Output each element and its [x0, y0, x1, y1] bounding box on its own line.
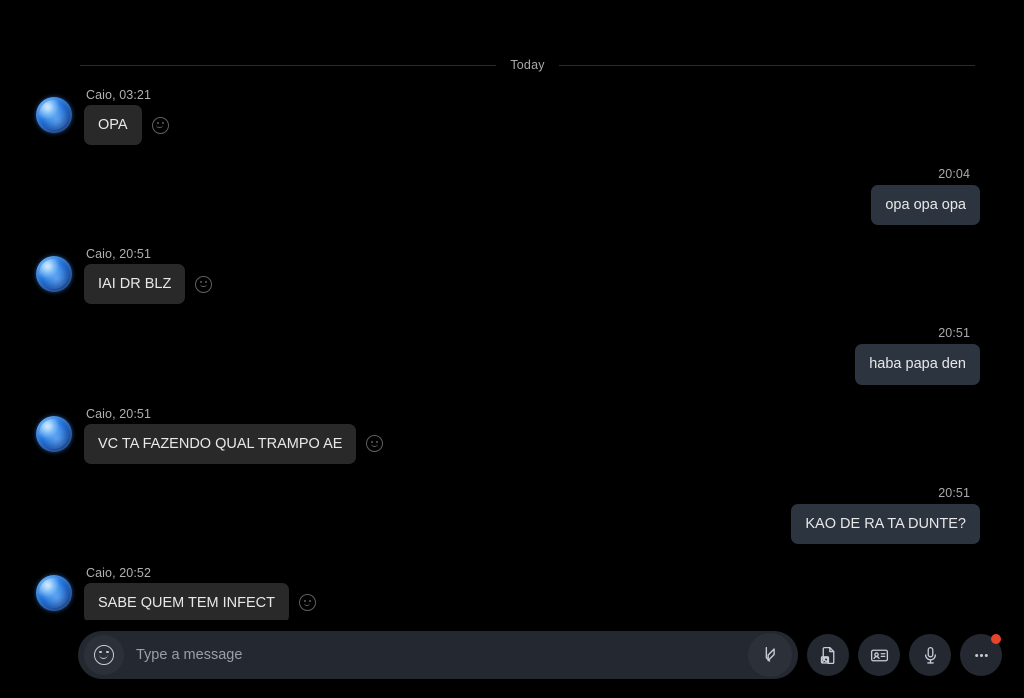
- message-body: Caio, 20:51 VC TA FAZENDO QUAL TRAMPO AE: [84, 406, 384, 464]
- smiley-reaction-icon[interactable]: [195, 275, 213, 293]
- message-body: Caio, 03:21 OPA: [84, 88, 169, 146]
- chat-window: Today Caio, 03:21 OPA 20:04 opa opa opa: [0, 0, 1024, 698]
- message-outgoing: 20:04 opa opa opa: [32, 167, 980, 226]
- contact-avatar-orb-icon[interactable]: [36, 415, 72, 452]
- message-incoming: Caio, 20:52 SABE QUEM TEM INFECT: [32, 566, 980, 620]
- message-composer-bar: [0, 620, 1024, 698]
- message-bubble[interactable]: SABE QUEM TEM INFECT: [84, 582, 289, 620]
- more-options-button[interactable]: [960, 634, 1002, 676]
- message-sender-line: Caio, 20:52: [86, 565, 152, 580]
- message-outgoing: 20:51 haba papa den: [32, 326, 980, 385]
- message-bubble[interactable]: KAO DE RA TA DUNTE?: [791, 503, 980, 544]
- send-contact-button[interactable]: [858, 634, 900, 676]
- bubble-row: OPA: [84, 105, 169, 146]
- notification-badge-dot: [991, 634, 1001, 644]
- contact-avatar-orb-icon[interactable]: [36, 256, 72, 293]
- file-image-icon: [820, 646, 834, 664]
- day-divider-label: Today: [510, 58, 545, 72]
- send-file-button[interactable]: [807, 634, 849, 676]
- smiley-reaction-icon[interactable]: [298, 594, 316, 612]
- smiley-reaction-icon[interactable]: [366, 435, 384, 453]
- bubble-row: VC TA FAZENDO QUAL TRAMPO AE: [84, 423, 384, 464]
- conversation-message-list[interactable]: Today Caio, 03:21 OPA 20:04 opa opa opa: [0, 0, 1024, 620]
- microphone-icon: [924, 646, 936, 664]
- message-sender-line: Caio, 03:21: [86, 88, 152, 102]
- bubble-row: IAI DR BLZ: [84, 264, 213, 305]
- message-outgoing: 20:51 KAO DE RA TA DUNTE?: [32, 486, 980, 544]
- message-incoming: Caio, 03:21 OPA: [32, 88, 980, 146]
- message-bubble[interactable]: haba papa den: [855, 344, 980, 385]
- message-input[interactable]: [124, 631, 748, 679]
- ellipsis-icon: [974, 653, 988, 657]
- message-bubble[interactable]: IAI DR BLZ: [84, 264, 186, 305]
- message-sender-line: Caio, 20:51: [86, 247, 152, 262]
- message-sender-line: Caio, 20:51: [86, 406, 152, 421]
- voice-message-button[interactable]: [909, 634, 951, 676]
- message-timestamp: 20:51: [938, 326, 970, 341]
- pen-icon: [765, 646, 775, 662]
- message-bubble[interactable]: OPA: [84, 105, 142, 146]
- day-divider-rule-right: [558, 64, 976, 66]
- message-incoming: Caio, 20:51 VC TA FAZENDO QUAL TRAMPO AE: [32, 407, 980, 464]
- message-bubble[interactable]: opa opa opa: [871, 185, 980, 226]
- message-body: Caio, 20:51 IAI DR BLZ: [84, 247, 213, 305]
- message-input-shell[interactable]: [78, 631, 798, 679]
- ink-pen-button[interactable]: [748, 633, 792, 677]
- message-bubble[interactable]: VC TA FAZENDO QUAL TRAMPO AE: [84, 423, 357, 464]
- contact-card-icon: [870, 649, 888, 661]
- day-divider: Today: [80, 58, 976, 72]
- contact-avatar-orb-icon[interactable]: [36, 97, 72, 133]
- emoji-smiley-icon[interactable]: [84, 635, 124, 675]
- contact-avatar-orb-icon[interactable]: [36, 574, 72, 611]
- message-incoming: Caio, 20:51 IAI DR BLZ: [32, 247, 980, 305]
- bubble-row: SABE QUEM TEM INFECT: [84, 582, 316, 620]
- day-divider-rule-left: [80, 64, 497, 66]
- message-timestamp: 20:04: [938, 167, 970, 182]
- message-timestamp: 20:51: [938, 485, 970, 500]
- smiley-reaction-icon[interactable]: [151, 116, 169, 134]
- message-body: Caio, 20:52 SABE QUEM TEM INFECT: [84, 566, 316, 620]
